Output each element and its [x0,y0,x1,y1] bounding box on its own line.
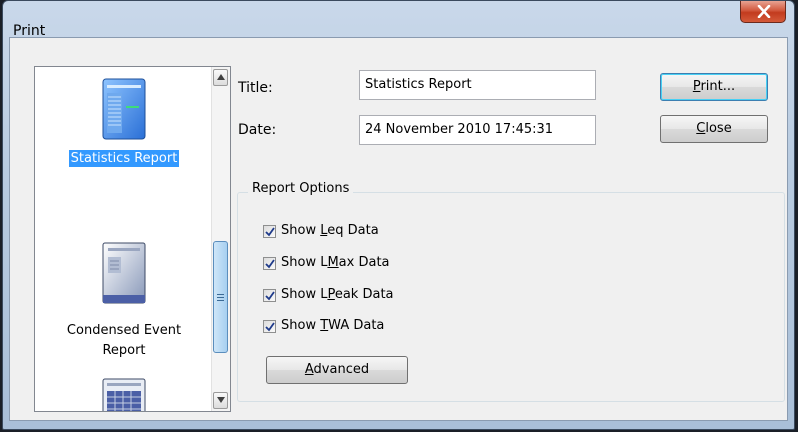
checkbox-label: Show Leq Data [281,223,379,238]
title-input[interactable]: Statistics Report [359,70,596,100]
list-item-condensed-event-report[interactable]: Condensed Event Report [35,207,213,367]
list-item-statistics-report[interactable]: Statistics Report [35,67,213,207]
checkbox-label: Show LMax Data [281,255,390,270]
date-input[interactable]: 24 November 2010 17:45:31 [359,115,596,145]
checkmark-icon [265,322,275,332]
checkmark-icon [265,227,275,237]
list-vertical-scrollbar[interactable] [211,67,230,411]
dialog-client-area: Statistics Report Condensed Event Report… [9,37,788,421]
list-item-label: Condensed Event Report [66,323,182,358]
title-label: Title: [238,80,273,96]
close-button[interactable]: Close [660,115,768,143]
checkbox-box[interactable] [263,320,276,333]
triangle-up-icon [217,74,225,80]
list-item-third-report[interactable] [35,367,213,411]
checkmark-icon [265,259,275,269]
scrollbar-thumb[interactable] [213,241,228,353]
condensed-event-report-icon [102,242,146,304]
close-x-icon [757,5,771,18]
report-type-list[interactable]: Statistics Report Condensed Event Report [34,66,231,412]
report-options-title: Report Options [248,181,354,196]
title-bar[interactable]: Print [3,1,794,39]
checkmark-icon [265,291,275,301]
date-label: Date: [238,122,277,138]
checkbox-box[interactable] [263,289,276,302]
checkbox-box[interactable] [263,257,276,270]
print-button[interactable]: Print... [660,73,768,101]
scroll-down-button[interactable] [213,392,228,409]
triangle-down-icon [217,397,225,403]
list-item-label: Statistics Report [68,150,180,167]
checkbox-label: Show TWA Data [281,318,385,333]
grid-report-icon [102,378,146,411]
checkbox-label: Show LPeak Data [281,287,394,302]
statistics-report-icon [102,78,146,140]
checkbox-box[interactable] [263,225,276,238]
advanced-button[interactable]: Advanced [266,356,408,384]
scroll-up-button[interactable] [213,69,228,86]
window-close-button[interactable] [740,1,786,23]
print-dialog: Print Statistics Report Condensed Event … [2,0,795,430]
